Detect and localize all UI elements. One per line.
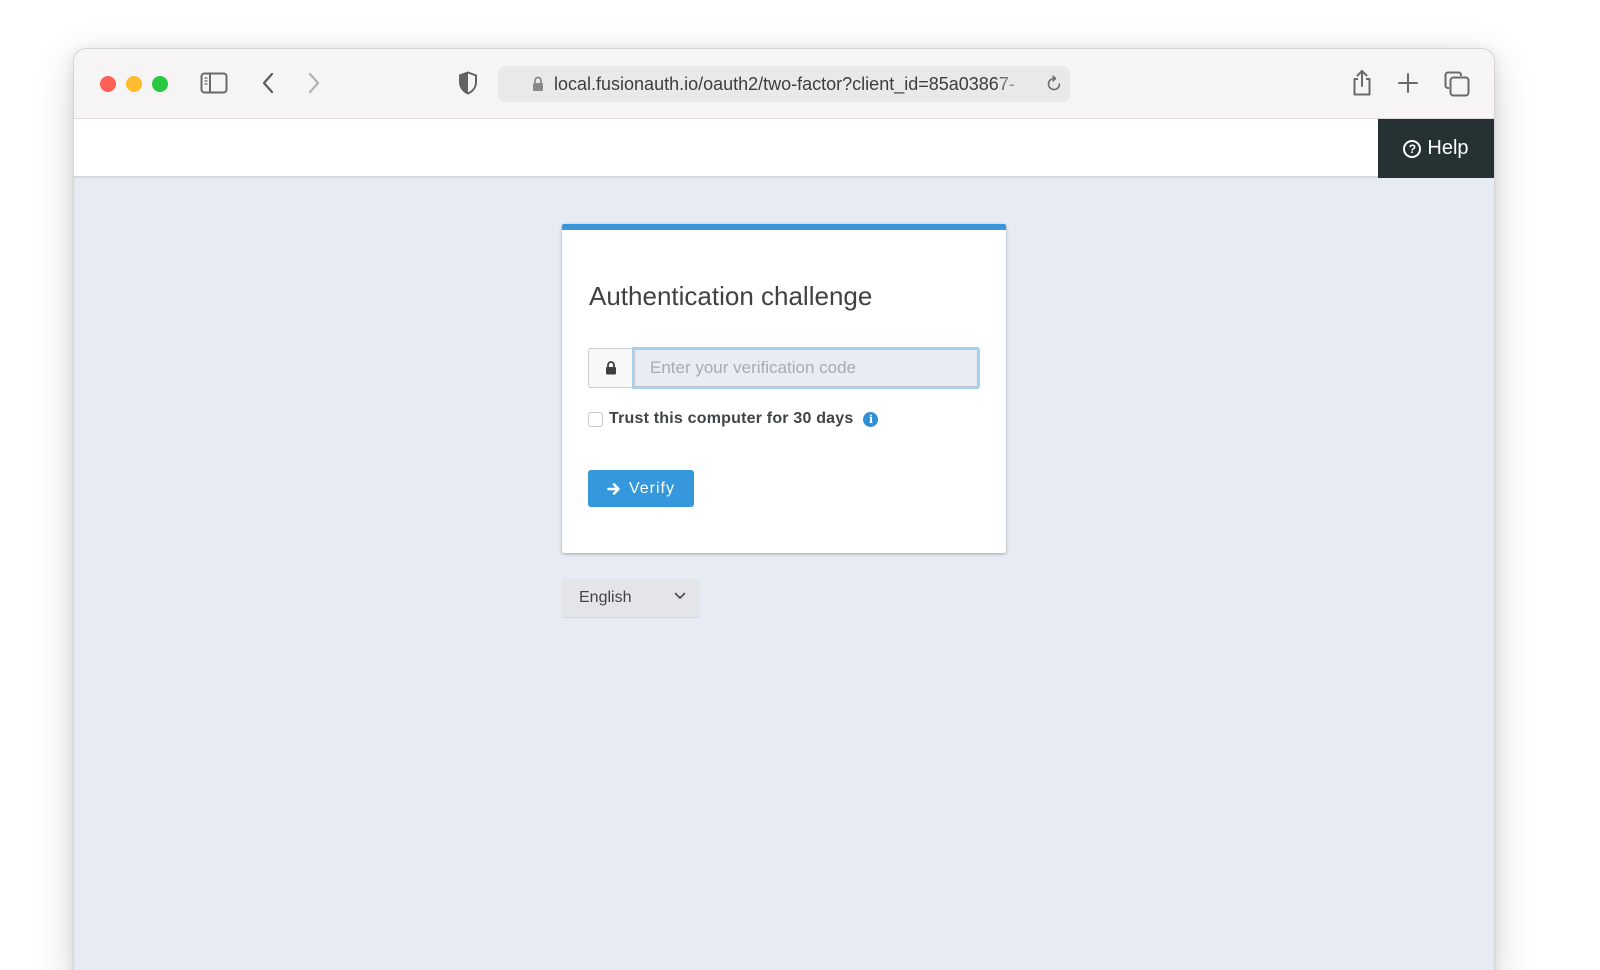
close-window-button[interactable]	[100, 76, 116, 92]
browser-window: local.fusionauth.io/oauth2/two-factor?cl…	[74, 49, 1494, 970]
help-label: Help	[1427, 137, 1469, 159]
forward-button[interactable]	[302, 70, 326, 96]
help-button[interactable]: ? Help	[1378, 119, 1494, 178]
app-header: ? Help	[74, 119, 1494, 178]
reload-icon	[1047, 75, 1061, 91]
input-addon	[588, 348, 632, 388]
tabs-overview-icon	[1444, 71, 1470, 97]
tab-overview-button[interactable]	[1444, 71, 1470, 97]
arrow-right-icon	[607, 482, 620, 495]
verify-button[interactable]: Verify	[588, 470, 694, 507]
trust-computer-label[interactable]: Trust this computer for 30 days	[609, 410, 853, 428]
privacy-report-button[interactable]	[456, 70, 480, 96]
browser-toolbar: local.fusionauth.io/oauth2/two-factor?cl…	[74, 49, 1494, 119]
maximize-window-button[interactable]	[152, 76, 168, 92]
chevron-down-icon	[674, 592, 686, 599]
verify-label: Verify	[628, 479, 675, 497]
verification-code-input[interactable]	[632, 347, 980, 389]
chevron-right-icon	[308, 72, 320, 94]
language-select[interactable]: English	[562, 579, 700, 618]
plus-icon	[1398, 73, 1418, 93]
minimize-window-button[interactable]	[126, 76, 142, 92]
trust-computer-checkbox[interactable]	[588, 411, 603, 427]
two-factor-card: Authentication challenge Trust this comp…	[562, 224, 1006, 553]
sidebar-icon	[200, 72, 228, 94]
reload-button[interactable]	[1044, 74, 1064, 94]
page-title: Authentication challenge	[589, 281, 873, 311]
chevron-left-icon	[262, 72, 274, 94]
share-button[interactable]	[1350, 68, 1374, 98]
url-text: local.fusionauth.io/oauth2/two-factor?cl…	[554, 74, 1015, 94]
shield-icon	[459, 71, 477, 95]
lock-icon	[605, 361, 616, 375]
share-icon	[1353, 70, 1371, 96]
trust-computer-row: Trust this computer for 30 days i	[588, 410, 879, 428]
question-circle-icon: ?	[1403, 139, 1422, 158]
back-button[interactable]	[256, 70, 280, 96]
sidebar-toggle-button[interactable]	[200, 71, 228, 95]
lock-icon	[533, 76, 543, 91]
new-tab-button[interactable]	[1396, 71, 1420, 95]
verification-code-group	[588, 347, 980, 389]
address-bar[interactable]: local.fusionauth.io/oauth2/two-factor?cl…	[498, 66, 1070, 102]
info-icon[interactable]: i	[863, 411, 879, 427]
language-selected: English	[579, 589, 632, 606]
